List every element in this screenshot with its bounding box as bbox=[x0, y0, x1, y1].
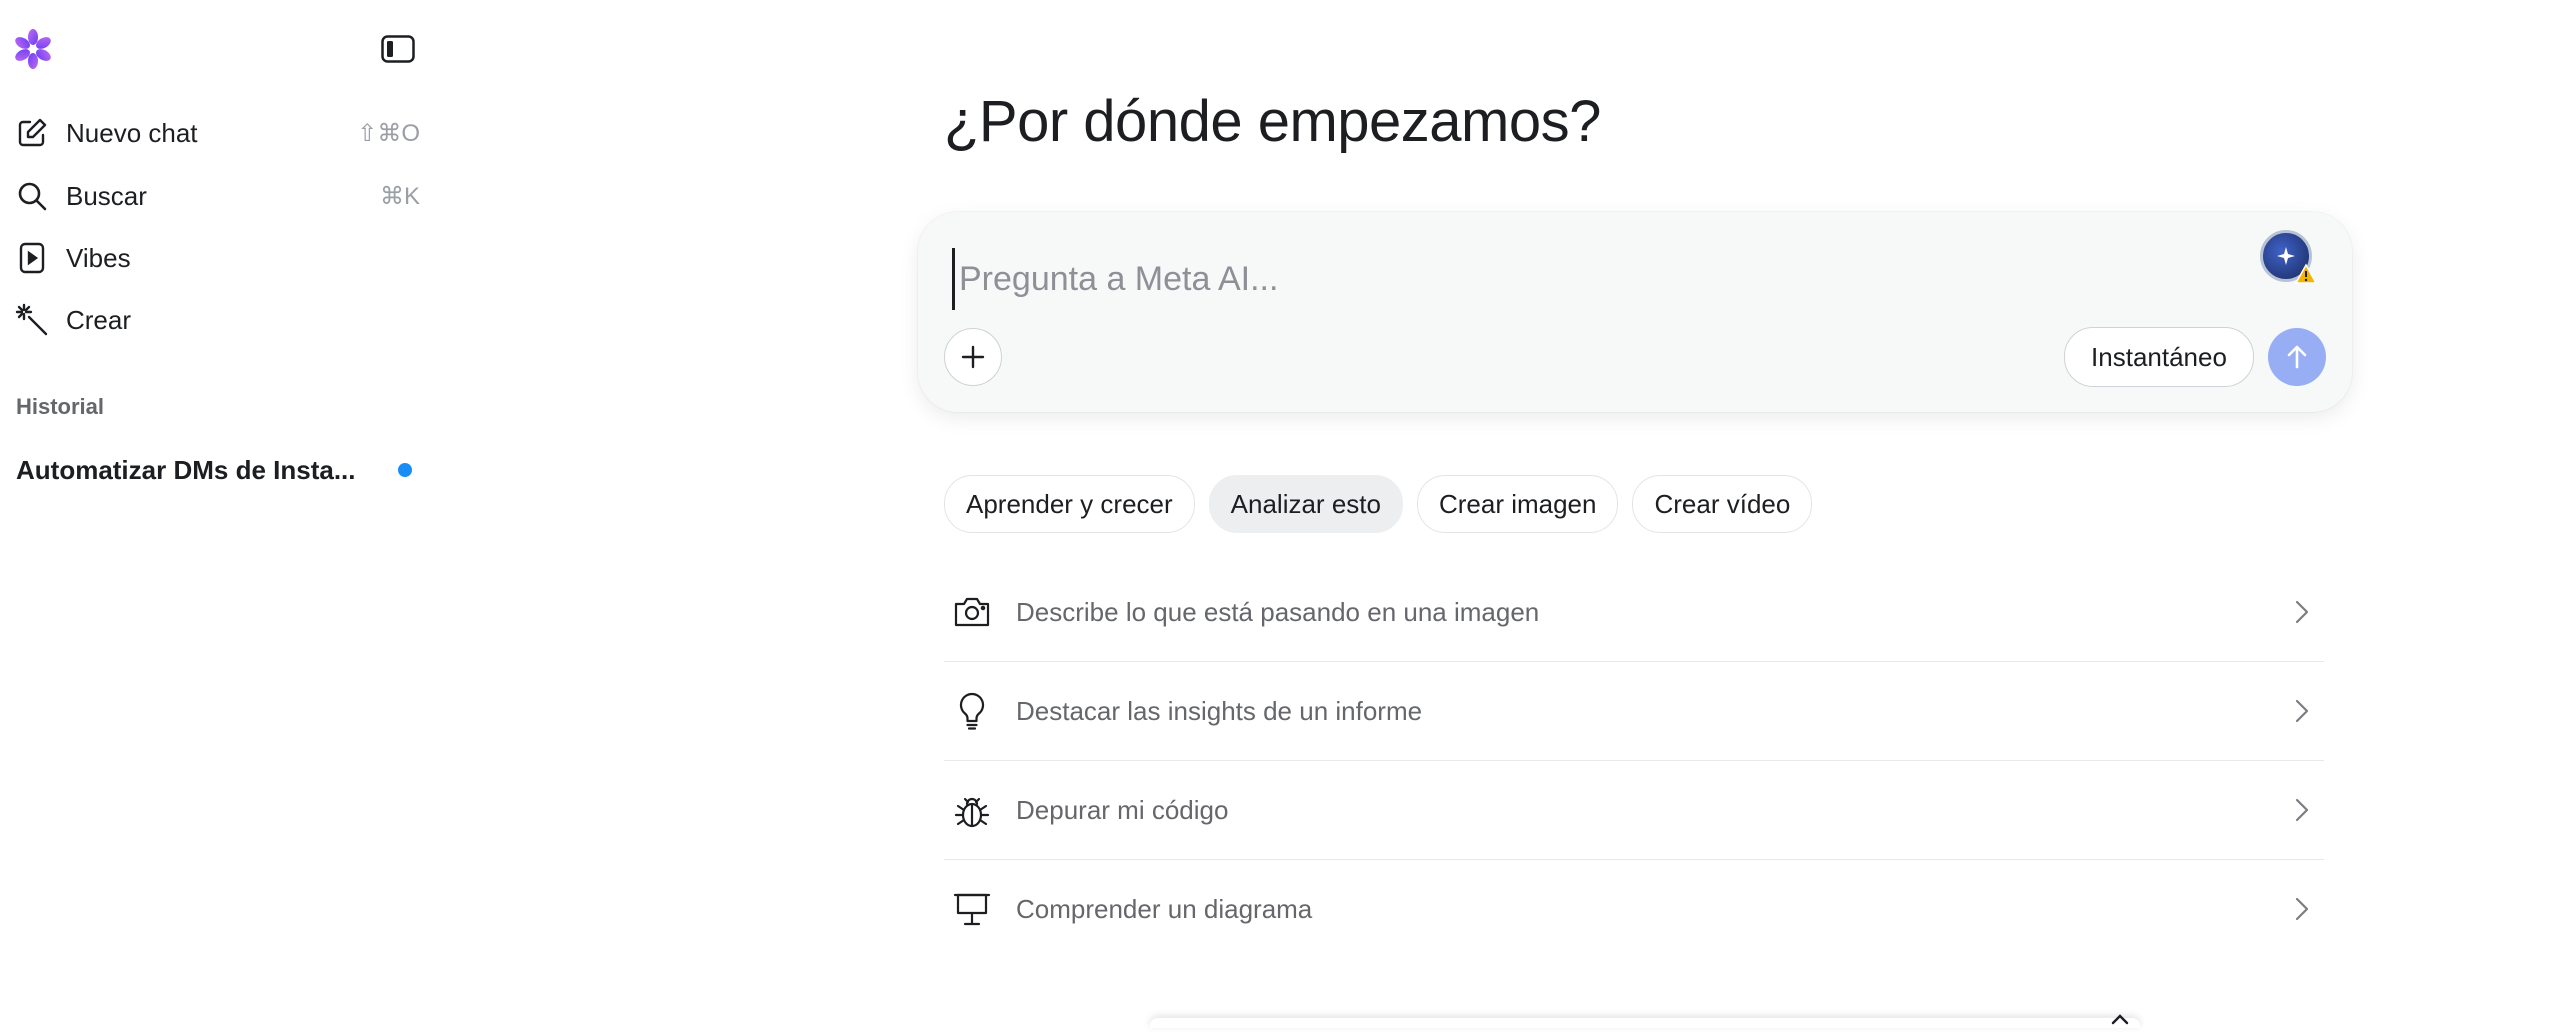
prompt-input[interactable] bbox=[952, 248, 2161, 310]
unread-dot bbox=[398, 463, 412, 477]
plus-icon bbox=[961, 345, 985, 369]
lightbulb-icon bbox=[952, 691, 992, 731]
nav-label: Crear bbox=[66, 304, 132, 335]
search-icon bbox=[14, 178, 50, 214]
nav-label: Vibes bbox=[66, 242, 131, 273]
chevron-right-icon bbox=[2290, 798, 2314, 822]
nav-search[interactable]: Buscar ⌘K bbox=[14, 171, 420, 221]
page-title: ¿Por dónde empezamos? bbox=[944, 89, 1601, 154]
chevron-right-icon bbox=[2290, 699, 2314, 723]
nav-create[interactable]: Crear bbox=[14, 295, 420, 345]
nav-label: Buscar bbox=[66, 180, 147, 211]
bug-icon bbox=[952, 790, 992, 830]
suggestion-label: Describe lo que está pasando en una imag… bbox=[1016, 596, 1540, 627]
arrow-up-icon bbox=[2287, 345, 2307, 369]
suggestion-item[interactable]: Describe lo que está pasando en una imag… bbox=[944, 563, 2324, 662]
magic-wand-icon bbox=[14, 302, 50, 338]
chevron-right-icon bbox=[2290, 600, 2314, 624]
suggestion-label: Destacar las insights de un informe bbox=[1016, 695, 1423, 726]
suggestion-chips: Aprender y crecer Analizar esto Crear im… bbox=[944, 475, 1813, 533]
collapse-sidebar-icon[interactable] bbox=[380, 34, 416, 64]
suggestion-item[interactable]: Destacar las insights de un informe bbox=[944, 662, 2324, 761]
edit-icon bbox=[14, 115, 50, 151]
suggestion-item[interactable]: Comprender un diagrama bbox=[944, 860, 2324, 958]
camera-icon bbox=[952, 592, 992, 632]
presentation-icon bbox=[952, 889, 992, 929]
suggestion-label: Comprender un diagrama bbox=[1016, 893, 1313, 924]
bottom-popup-panel bbox=[1150, 1018, 2140, 1028]
history-heading: Historial bbox=[16, 394, 105, 419]
meta-ai-logo-icon[interactable] bbox=[10, 26, 56, 72]
nav-new-chat[interactable]: Nuevo chat ⇧⌘O bbox=[14, 108, 420, 158]
history-item[interactable]: Automatizar DMs de Insta... bbox=[16, 448, 416, 492]
play-icon bbox=[14, 240, 50, 276]
nav-vibes[interactable]: Vibes bbox=[14, 233, 420, 283]
composer: Instantáneo bbox=[918, 212, 2352, 412]
suggestion-item[interactable]: Depurar mi código bbox=[944, 761, 2324, 860]
chip-create-video[interactable]: Crear vídeo bbox=[1632, 475, 1813, 533]
shortcut-hint: ⌘K bbox=[379, 182, 420, 210]
send-button[interactable] bbox=[2268, 328, 2326, 386]
suggestion-list: Describe lo que está pasando en una imag… bbox=[944, 563, 2324, 958]
chevron-right-icon bbox=[2290, 897, 2314, 921]
shortcut-hint: ⇧⌘O bbox=[357, 119, 420, 147]
chip-create-image[interactable]: Crear imagen bbox=[1416, 475, 1619, 533]
suggestion-label: Depurar mi código bbox=[1016, 794, 1229, 825]
chip-analyze-this[interactable]: Analizar esto bbox=[1208, 475, 1403, 533]
ai-avatar-icon[interactable] bbox=[2260, 230, 2317, 284]
history-item-label: Automatizar DMs de Insta... bbox=[16, 454, 356, 485]
chip-learn-grow[interactable]: Aprender y crecer bbox=[944, 475, 1195, 533]
close-icon[interactable] bbox=[2108, 1008, 2132, 1032]
sidebar: Nuevo chat ⇧⌘O Buscar ⌘K Vibes Crear His… bbox=[0, 0, 430, 1023]
warning-icon bbox=[2295, 263, 2317, 284]
add-attachment-button[interactable] bbox=[944, 328, 1002, 386]
mode-select-button[interactable]: Instantáneo bbox=[2064, 327, 2254, 387]
nav-label: Nuevo chat bbox=[66, 117, 198, 148]
